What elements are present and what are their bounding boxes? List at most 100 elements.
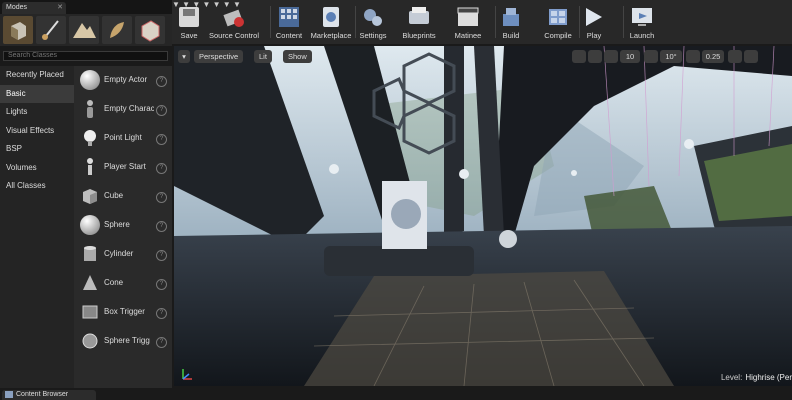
help-icon[interactable]: ? [156, 250, 167, 261]
cylinder-icon [84, 246, 96, 261]
grid-snap-icon[interactable] [604, 50, 618, 63]
play-button[interactable]: Play [582, 0, 606, 44]
content-browser-label: Content Browser [16, 391, 69, 398]
maximize-viewport-icon[interactable] [744, 50, 758, 63]
level-viewport[interactable]: ▾ Perspective Lit Show 10 10° 0.25 Level… [174, 46, 792, 386]
blueprints-button[interactable]: Blueprints [400, 0, 438, 44]
help-icon[interactable]: ? [156, 279, 167, 290]
toolbar-divider [623, 6, 624, 38]
character-icon [87, 100, 93, 118]
matinee-button[interactable]: Matinee [450, 0, 486, 44]
list-item[interactable]: Sphere ? [74, 211, 172, 240]
show-label: Show [288, 52, 307, 61]
main-toolbar: Save Source Control ▼ Content Marketplac… [172, 0, 792, 44]
launch-label: Launch [629, 31, 655, 40]
axis-gizmo-icon [182, 369, 192, 380]
save-button[interactable]: Save [176, 0, 202, 44]
toolbar-divider [579, 6, 580, 38]
place-mode-button[interactable] [3, 16, 33, 44]
search-classes-input[interactable] [3, 51, 168, 61]
landscape-mode-button[interactable] [69, 16, 99, 44]
sphere-icon [80, 70, 100, 90]
list-item[interactable]: Cylinder ? [74, 240, 172, 269]
paint-mode-button[interactable] [36, 16, 66, 44]
perspective-label: Perspective [199, 52, 239, 61]
list-item[interactable]: Sphere Trigg ? [74, 327, 172, 356]
perspective-button[interactable]: Perspective [194, 50, 244, 63]
list-item[interactable]: Cone ? [74, 269, 172, 298]
source-control-label: Source Control [208, 31, 260, 40]
settings-icon [364, 9, 382, 26]
item-label: Cylinder [104, 249, 134, 258]
help-icon[interactable]: ? [156, 337, 167, 348]
mode-selector [0, 14, 172, 46]
content-browser-tab[interactable]: Content Browser [2, 390, 96, 400]
source-control-button[interactable]: Source Control [206, 0, 262, 44]
list-item[interactable]: Cube ? [74, 182, 172, 211]
item-label: Player Start [104, 162, 146, 171]
lit-button[interactable]: Lit [254, 50, 272, 63]
foliage-icon [110, 22, 124, 38]
sphere-trigger-icon [82, 333, 98, 349]
help-icon[interactable]: ? [156, 105, 167, 116]
current-level-indicator: Level: Highrise (Per [721, 373, 792, 382]
toolbar-divider [495, 6, 496, 38]
level-key: Level: [720, 373, 743, 382]
camera-speed-icon[interactable] [728, 50, 742, 63]
list-item[interactable]: Empty Actor ? [74, 66, 172, 95]
category-visual-effects[interactable]: Visual Effects [0, 122, 74, 141]
category-recently-placed[interactable]: Recently Placed [0, 66, 74, 85]
source-control-icon [223, 9, 244, 27]
compile-icon [549, 9, 567, 25]
lit-label: Lit [259, 52, 267, 61]
help-icon[interactable]: ? [156, 308, 167, 319]
list-item[interactable]: Empty Charac ? [74, 95, 172, 124]
grid-snap-value[interactable]: 10 [620, 50, 640, 63]
marketplace-button[interactable]: Marketplace [310, 0, 352, 44]
list-item[interactable]: Player Start ? [74, 153, 172, 182]
category-list: Recently Placed Basic Lights Visual Effe… [0, 66, 74, 388]
category-bsp[interactable]: BSP [0, 140, 74, 159]
item-label: Point Light [104, 133, 142, 142]
rotation-snap-value[interactable]: 10° [660, 50, 682, 63]
category-all-classes[interactable]: All Classes [0, 177, 74, 196]
content-browser-icon [5, 391, 13, 398]
player-start-icon [87, 158, 93, 175]
content-button[interactable]: Content [273, 0, 305, 44]
geometry-mode-button[interactable] [135, 16, 165, 44]
help-icon[interactable]: ? [156, 134, 167, 145]
scale-snap-icon[interactable] [686, 50, 700, 63]
settings-button[interactable]: Settings [358, 0, 388, 44]
help-icon[interactable]: ? [156, 163, 167, 174]
compile-button[interactable]: Compile [538, 0, 578, 44]
lightbulb-icon [84, 130, 96, 146]
rotation-snap-icon[interactable] [644, 50, 658, 63]
category-lights[interactable]: Lights [0, 103, 74, 122]
show-button[interactable]: Show [283, 50, 312, 63]
category-volumes[interactable]: Volumes [0, 159, 74, 178]
list-item[interactable]: Point Light ? [74, 124, 172, 153]
blueprints-icon [409, 7, 429, 24]
cube-icon [83, 189, 97, 204]
scale-snap-value[interactable]: 0.25 [702, 50, 724, 63]
foliage-mode-button[interactable] [102, 16, 132, 44]
transform-toggle-icon[interactable] [572, 50, 586, 63]
help-icon[interactable]: ? [156, 192, 167, 203]
close-icon[interactable]: ✕ [57, 2, 63, 14]
viewport-options-dropdown[interactable]: ▾ [178, 50, 190, 63]
launch-icon [632, 8, 652, 26]
category-basic[interactable]: Basic [0, 84, 74, 103]
build-label: Build [502, 31, 520, 40]
modes-tab[interactable]: Modes ✕ [2, 2, 66, 14]
settings-label: Settings [359, 31, 387, 40]
surface-snap-icon[interactable] [588, 50, 602, 63]
help-icon[interactable]: ? [156, 76, 167, 87]
marketplace-label: Marketplace [310, 31, 352, 40]
help-icon[interactable]: ? [156, 221, 167, 232]
launch-button[interactable]: Launch [625, 0, 659, 44]
list-item[interactable]: Box Trigger ? [74, 298, 172, 327]
build-button[interactable]: Build [498, 0, 524, 44]
item-label: Sphere Trigg [104, 336, 150, 345]
content-label: Content [275, 31, 303, 40]
landscape-icon [73, 23, 96, 38]
